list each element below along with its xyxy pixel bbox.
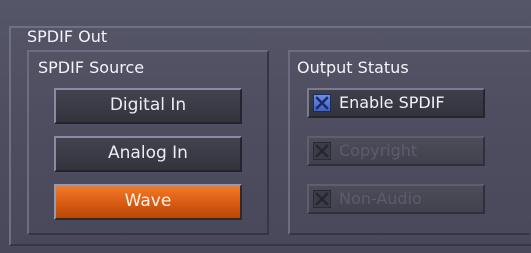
check-mark-icon <box>313 142 331 160</box>
spdif-source-title: SPDIF Source <box>38 58 145 77</box>
enable-spdif-label: Enable SPDIF <box>339 93 445 112</box>
non-audio-label: Non-Audio <box>339 189 422 208</box>
non-audio-checkbox[interactable]: Non-Audio <box>307 184 485 214</box>
analog-in-button[interactable]: Analog In <box>54 136 242 172</box>
spdif-out-panel: SPDIF Out SPDIF Source Digital In Analog… <box>0 0 531 253</box>
digital-in-button[interactable]: Digital In <box>54 88 242 124</box>
copyright-label: Copyright <box>339 141 418 160</box>
spdif-source-group: SPDIF Source Digital In Analog In Wave <box>27 50 269 235</box>
copyright-checkbox[interactable]: Copyright <box>307 136 485 166</box>
check-mark-icon <box>313 190 331 208</box>
wave-button[interactable]: Wave <box>54 184 242 220</box>
panel-title: SPDIF Out <box>27 27 108 46</box>
check-mark-icon <box>313 94 331 112</box>
enable-spdif-checkbox[interactable]: Enable SPDIF <box>307 88 485 118</box>
output-status-group: Output Status Enable SPDIF Copyright Non… <box>288 50 530 235</box>
output-status-title: Output Status <box>297 58 409 77</box>
